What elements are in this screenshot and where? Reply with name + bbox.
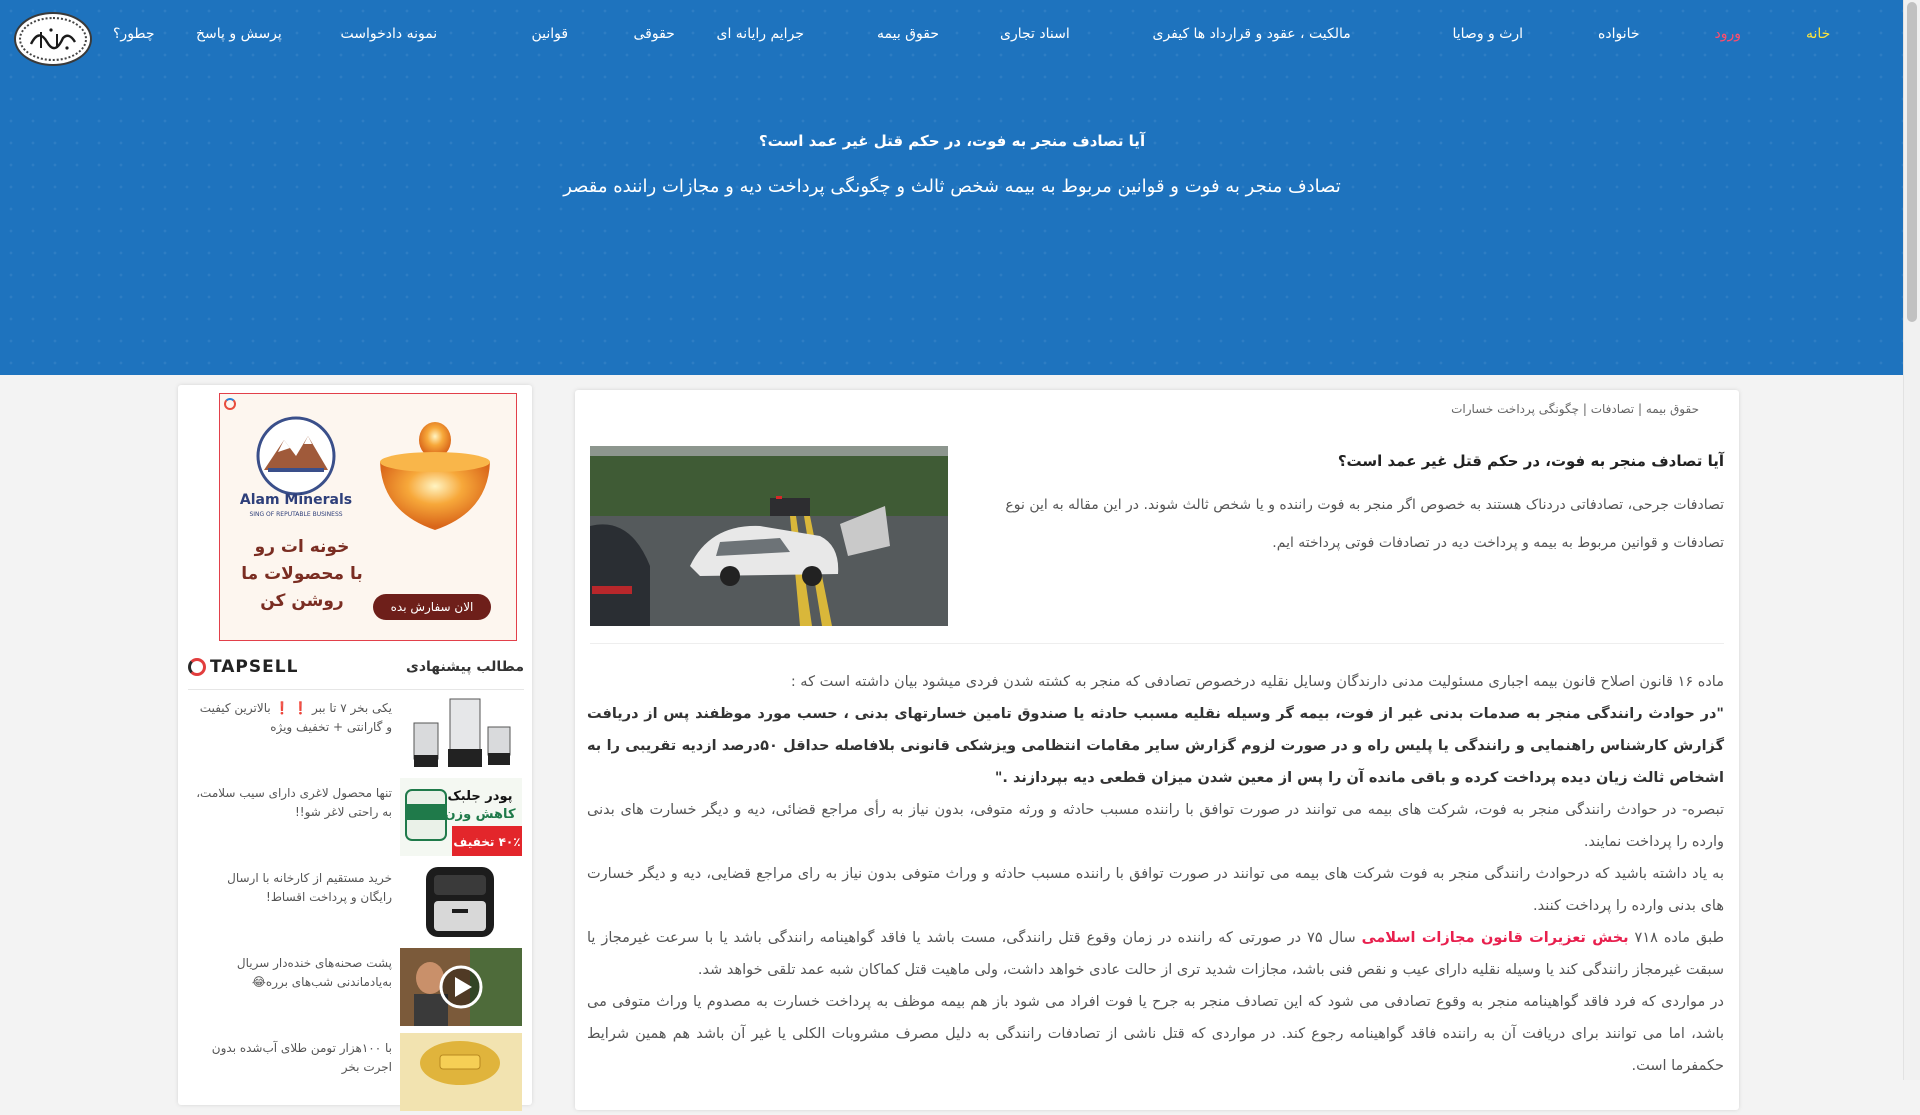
recommended-item[interactable]: یکی بخر ۷ تا ببر ❗ ❗ بالاترین کیفیت و گا… (188, 693, 522, 775)
hero-title: آیا تصادف منجر به فوت، در حکم قتل غیر عم… (758, 132, 1146, 150)
recommended-text: خرید مستقیم از کارخانه با ارسال رایگان و… (227, 871, 392, 904)
page-scrollbar[interactable] (1903, 0, 1920, 1080)
recommended-text: با ۱۰۰هزار تومن طلای آب‌شده بدون اجرت بخ… (211, 1041, 392, 1074)
nav-criminal[interactable]: کیفری (1153, 26, 1190, 50)
recommended-header: مطالب پیشنهادی TAPSELL (188, 655, 524, 690)
site-logo[interactable] (14, 12, 92, 66)
breadcrumb-separator: | (1637, 402, 1643, 416)
tapsell-wordmark: TAPSELL (210, 657, 299, 677)
nav-qa[interactable]: پرسش و پاسخ (196, 26, 282, 50)
recommended-item[interactable]: خرید مستقیم از کارخانه با ارسال رایگان و… (188, 863, 522, 945)
air-fryer-image (400, 863, 522, 941)
nav-insurance-law[interactable]: حقوق بیمه (877, 26, 939, 50)
car-crash-image (590, 446, 948, 626)
hero-subtitle: تصادف منجر به فوت و قوانین مربوط به بیمه… (563, 176, 1341, 197)
gold-image (400, 1033, 522, 1111)
nav-family[interactable]: خانواده (1598, 26, 1640, 50)
breadcrumb-separator: | (1582, 402, 1587, 416)
nav-home[interactable]: خانه (1806, 26, 1830, 50)
recommended-text: تنها محصول لاغری دارای سیب سلامت، به راح… (196, 786, 392, 819)
salt-lamp-image (380, 422, 490, 530)
nav-commercial-docs[interactable]: اسناد تجاری (1000, 26, 1070, 50)
logo-ring (19, 17, 87, 61)
nav-howto[interactable]: چطور؟ (113, 26, 155, 50)
article-photo (590, 446, 948, 626)
ad-line: خونه ات رو (254, 537, 350, 557)
text-span: طبق ماده ۷۱۸ (1634, 930, 1725, 946)
ad-brand-sub: SING OF REPUTABLE BUSINESS (249, 511, 342, 518)
breadcrumb-compensation[interactable]: چگونگی پرداخت خسارات (1451, 402, 1579, 416)
ad-badge-icon[interactable] (224, 398, 236, 410)
nav-login[interactable]: ورود (1715, 26, 1742, 50)
article-paragraph: تبصره- در حوادث رانندگی منجر به فوت، شرک… (587, 802, 1724, 850)
recommended-text: یکی بخر ۷ تا ببر ❗ ❗ بالاترین کیفیت و گا… (199, 701, 392, 734)
law-link[interactable]: بخش تعزیرات قانون مجازات اسلامی (1362, 930, 1629, 946)
recommended-thumb (400, 693, 522, 771)
tapsell-icon (188, 658, 206, 676)
scrollbar-thumb[interactable] (1907, 2, 1917, 322)
thumb-text: کاهش وزن (444, 807, 515, 822)
recommended-thumb (400, 1033, 522, 1111)
article-paragraph: طبق ماده ۷۱۸ بخش تعزیرات قانون مجازات اس… (587, 922, 1724, 986)
blender-image (400, 693, 522, 771)
ad-brand: Alam Minerals (240, 492, 352, 508)
weight-loss-product-image: پودر جلبک کاهش وزن ۴۰٪ تخفیف (400, 778, 522, 856)
recommended-item[interactable]: با ۱۰۰هزار تومن طلای آب‌شده بدون اجرت بخ… (188, 1033, 522, 1115)
video-thumbnail-image (400, 948, 522, 1026)
thumb-badge: ۴۰٪ تخفیف (453, 835, 520, 849)
nav-cyber-crimes[interactable]: جرایم رایانه ای (717, 26, 804, 50)
article-paragraph: به یاد داشته باشید که درحوادث رانندگی من… (587, 866, 1724, 914)
breadcrumb-accidents[interactable]: تصادفات (1591, 402, 1634, 416)
banner-ad[interactable]: Alam Minerals SING OF REPUTABLE BUSINESS… (219, 393, 517, 641)
recommended-title: مطالب پیشنهادی (406, 659, 524, 675)
article-quote: "در حوادث رانندگی منجر به صدمات بدنی غیر… (587, 706, 1724, 786)
sidebar-card: Alam Minerals SING OF REPUTABLE BUSINESS… (178, 385, 532, 1111)
ad-headline: خونه ات رو با محصولات ما روشن کن (228, 534, 376, 615)
nav-laws[interactable]: قوانین (532, 26, 569, 50)
article-intro: تصادفات جرحی، تصادفاتی دردناک هستند به خ… (1005, 497, 1724, 551)
recommended-item[interactable]: پودر جلبک کاهش وزن ۴۰٪ تخفیف تنها محصول … (188, 778, 522, 860)
breadcrumb-insurance[interactable]: حقوق بیمه (1646, 402, 1699, 416)
nav-inheritance[interactable]: ارث و وصایا (1453, 26, 1524, 50)
recommended-text: پشت صحنه‌های خنده‌دار سریال به‌یادماندنی… (236, 956, 392, 989)
article-card: حقوق بیمه | تصادفات | چگونگی پرداخت خسار… (575, 390, 1739, 1110)
ad-line: روشن کن (260, 591, 344, 611)
recommended-thumb: پودر جلبک کاهش وزن ۴۰٪ تخفیف (400, 778, 522, 856)
alam-minerals-logo: Alam Minerals SING OF REPUTABLE BUSINESS (240, 416, 352, 518)
article-body: ماده ۱۶ قانون اصلاح قانون بیمه اجباری مس… (587, 666, 1724, 1082)
recommended-thumb (400, 948, 522, 1026)
tapsell-logo[interactable]: TAPSELL (188, 657, 298, 677)
recommended-item[interactable]: پشت صحنه‌های خنده‌دار سریال به‌یادماندنی… (188, 948, 522, 1030)
thumb-text: پودر جلبک (447, 789, 512, 804)
divider (590, 643, 1724, 644)
article-paragraph: ماده ۱۶ قانون اصلاح قانون بیمه اجباری مس… (790, 674, 1724, 690)
breadcrumb: حقوق بیمه | تصادفات | چگونگی پرداخت خسار… (1451, 402, 1699, 416)
article-paragraph: در مواردی که فرد فاقد گواهینامه منجر به … (587, 994, 1724, 1074)
nav-property[interactable]: مالکیت ، عقود و قرارداد ها (1194, 26, 1351, 50)
article-title: آیا تصادف منجر به فوت، در حکم قتل غیر عم… (1337, 452, 1724, 470)
nav-civil[interactable]: حقوقی (634, 26, 675, 50)
nav-petition-samples[interactable]: نمونه دادخواست (341, 26, 438, 50)
ad-order-button[interactable]: الان سفارش بده (373, 594, 491, 620)
ad-line: با محصولات ما (241, 564, 363, 584)
recommended-thumb (400, 863, 522, 941)
